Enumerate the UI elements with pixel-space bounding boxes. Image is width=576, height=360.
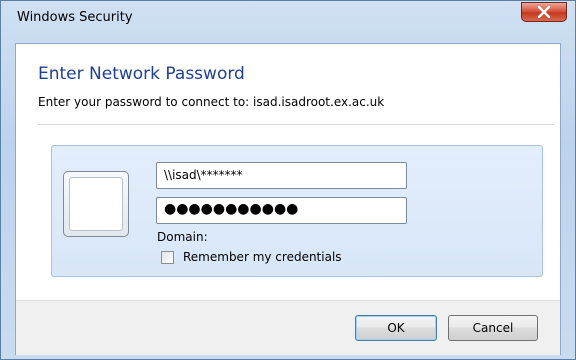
windows-security-dialog: Windows Security Enter Network Password … (0, 0, 576, 360)
credential-tile[interactable]: \\isad\******* ●●●●●●●●●●● Domain: Remem… (51, 145, 543, 277)
cancel-button[interactable]: Cancel (448, 315, 538, 341)
username-field[interactable]: \\isad\******* (156, 162, 407, 189)
button-bar: OK Cancel (16, 300, 560, 355)
close-icon (537, 6, 551, 18)
dialog-subtitle: Enter your password to connect to: isad.… (38, 95, 385, 109)
dialog-heading: Enter Network Password (38, 64, 245, 84)
remember-credentials-label[interactable]: Remember my credentials (183, 250, 342, 264)
domain-label: Domain: (157, 230, 208, 244)
remember-credentials-checkbox[interactable] (161, 251, 174, 264)
ok-button[interactable]: OK (355, 315, 437, 341)
user-tile-icon (63, 171, 129, 237)
dialog-content: Enter Network Password Enter your passwo… (15, 43, 561, 355)
window-title: Windows Security (17, 10, 133, 25)
divider (38, 124, 554, 125)
password-field[interactable]: ●●●●●●●●●●● (156, 197, 407, 224)
title-bar[interactable]: Windows Security (1, 1, 575, 35)
close-button[interactable] (521, 2, 567, 22)
